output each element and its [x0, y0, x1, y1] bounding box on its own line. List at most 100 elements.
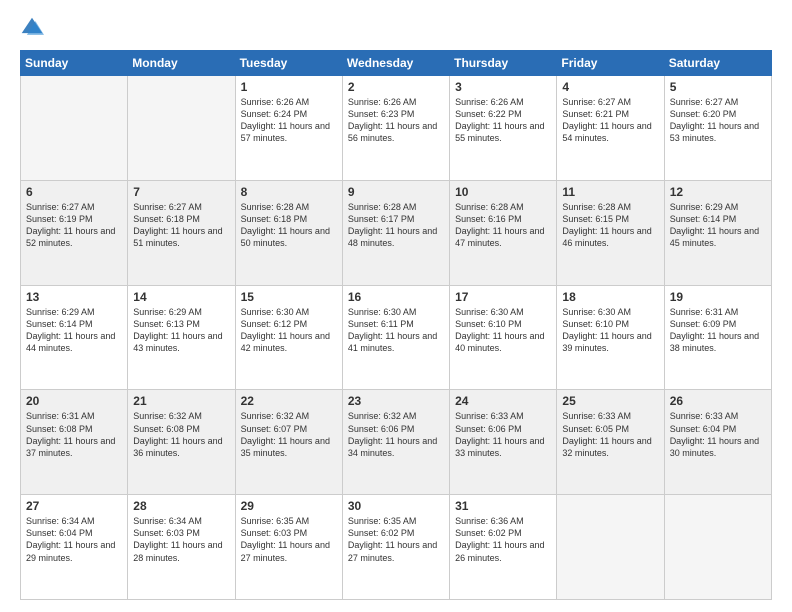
cell-info: Sunrise: 6:29 AMSunset: 6:14 PMDaylight:…: [670, 201, 766, 250]
day-number: 2: [348, 80, 444, 94]
cell-info: Sunrise: 6:29 AMSunset: 6:13 PMDaylight:…: [133, 306, 229, 355]
day-cell-17: 17 Sunrise: 6:30 AMSunset: 6:10 PMDayligh…: [450, 285, 557, 390]
cell-info: Sunrise: 6:27 AMSunset: 6:21 PMDaylight:…: [562, 96, 658, 145]
cell-info: Sunrise: 6:27 AMSunset: 6:19 PMDaylight:…: [26, 201, 122, 250]
cell-info: Sunrise: 6:27 AMSunset: 6:20 PMDaylight:…: [670, 96, 766, 145]
weekday-header-friday: Friday: [557, 51, 664, 76]
day-cell-31: 31 Sunrise: 6:36 AMSunset: 6:02 PMDayligh…: [450, 495, 557, 600]
day-cell-28: 28 Sunrise: 6:34 AMSunset: 6:03 PMDayligh…: [128, 495, 235, 600]
day-cell-16: 16 Sunrise: 6:30 AMSunset: 6:11 PMDayligh…: [342, 285, 449, 390]
day-number: 23: [348, 394, 444, 408]
day-cell-29: 29Sunrise: 6:35 AMSunset: 6:03 PMDayligh…: [235, 495, 342, 600]
day-number: 15: [241, 290, 337, 304]
day-number: 24: [455, 394, 551, 408]
weekday-header-wednesday: Wednesday: [342, 51, 449, 76]
day-cell-21: 21Sunrise: 6:32 AMSunset: 6:08 PMDayligh…: [128, 390, 235, 495]
cell-info: Sunrise: 6:33 AMSunset: 6:05 PMDaylight:…: [562, 410, 658, 459]
weekday-header-monday: Monday: [128, 51, 235, 76]
cell-info: Sunrise: 6:28 AMSunset: 6:18 PMDaylight:…: [241, 201, 337, 250]
day-cell-2: 2 Sunrise: 6:26 AMSunset: 6:23 PMDaylight…: [342, 76, 449, 181]
day-number: 20: [26, 394, 122, 408]
page: SundayMondayTuesdayWednesdayThursdayFrid…: [0, 0, 792, 612]
day-number: 11: [562, 185, 658, 199]
day-cell-10: 10 Sunrise: 6:28 AMSunset: 6:16 PMDayligh…: [450, 180, 557, 285]
cell-info: Sunrise: 6:34 AMSunset: 6:04 PMDaylight:…: [26, 515, 122, 564]
day-cell-24: 24 Sunrise: 6:33 AMSunset: 6:06 PMDayligh…: [450, 390, 557, 495]
day-cell-11: 11 Sunrise: 6:28 AMSunset: 6:15 PMDayligh…: [557, 180, 664, 285]
day-number: 27: [26, 499, 122, 513]
day-number: 22: [241, 394, 337, 408]
cell-info: Sunrise: 6:28 AMSunset: 6:16 PMDaylight:…: [455, 201, 551, 250]
day-number: 29: [241, 499, 337, 513]
day-cell-25: 25 Sunrise: 6:33 AMSunset: 6:05 PMDayligh…: [557, 390, 664, 495]
day-number: 3: [455, 80, 551, 94]
cell-info: Sunrise: 6:30 AMSunset: 6:10 PMDaylight:…: [562, 306, 658, 355]
week-row-1: 1 Sunrise: 6:26 AMSunset: 6:24 PMDaylight…: [21, 76, 772, 181]
weekday-header-sunday: Sunday: [21, 51, 128, 76]
week-row-3: 13 Sunrise: 6:29 AMSunset: 6:14 PMDayligh…: [21, 285, 772, 390]
day-number: 9: [348, 185, 444, 199]
day-number: 31: [455, 499, 551, 513]
day-cell-6: 6 Sunrise: 6:27 AMSunset: 6:19 PMDaylight…: [21, 180, 128, 285]
cell-info: Sunrise: 6:31 AMSunset: 6:09 PMDaylight:…: [670, 306, 766, 355]
day-cell-9: 9 Sunrise: 6:28 AMSunset: 6:17 PMDaylight…: [342, 180, 449, 285]
day-cell-8: 8Sunrise: 6:28 AMSunset: 6:18 PMDaylight…: [235, 180, 342, 285]
day-number: 6: [26, 185, 122, 199]
day-cell-14: 14 Sunrise: 6:29 AMSunset: 6:13 PMDayligh…: [128, 285, 235, 390]
cell-info: Sunrise: 6:30 AMSunset: 6:11 PMDaylight:…: [348, 306, 444, 355]
day-cell-22: 22 Sunrise: 6:32 AMSunset: 6:07 PMDayligh…: [235, 390, 342, 495]
day-cell-15: 15 Sunrise: 6:30 AMSunset: 6:12 PMDayligh…: [235, 285, 342, 390]
cell-info: Sunrise: 6:33 AMSunset: 6:06 PMDaylight:…: [455, 410, 551, 459]
day-number: 14: [133, 290, 229, 304]
day-cell-19: 19 Sunrise: 6:31 AMSunset: 6:09 PMDayligh…: [664, 285, 771, 390]
day-number: 16: [348, 290, 444, 304]
calendar: SundayMondayTuesdayWednesdayThursdayFrid…: [20, 50, 772, 600]
day-number: 13: [26, 290, 122, 304]
day-cell-30: 30 Sunrise: 6:35 AMSunset: 6:02 PMDayligh…: [342, 495, 449, 600]
day-cell-23: 23Sunrise: 6:32 AMSunset: 6:06 PMDayligh…: [342, 390, 449, 495]
day-cell-26: 26Sunrise: 6:33 AMSunset: 6:04 PMDayligh…: [664, 390, 771, 495]
weekday-header-saturday: Saturday: [664, 51, 771, 76]
cell-info: Sunrise: 6:27 AMSunset: 6:18 PMDaylight:…: [133, 201, 229, 250]
day-number: 4: [562, 80, 658, 94]
day-cell-27: 27 Sunrise: 6:34 AMSunset: 6:04 PMDayligh…: [21, 495, 128, 600]
cell-info: Sunrise: 6:28 AMSunset: 6:17 PMDaylight:…: [348, 201, 444, 250]
empty-cell: [128, 76, 235, 181]
cell-info: Sunrise: 6:26 AMSunset: 6:24 PMDaylight:…: [241, 96, 337, 145]
week-row-4: 20Sunrise: 6:31 AMSunset: 6:08 PMDayligh…: [21, 390, 772, 495]
day-cell-1: 1 Sunrise: 6:26 AMSunset: 6:24 PMDaylight…: [235, 76, 342, 181]
day-cell-12: 12Sunrise: 6:29 AMSunset: 6:14 PMDayligh…: [664, 180, 771, 285]
day-cell-7: 7Sunrise: 6:27 AMSunset: 6:18 PMDaylight…: [128, 180, 235, 285]
day-number: 5: [670, 80, 766, 94]
day-number: 25: [562, 394, 658, 408]
cell-info: Sunrise: 6:26 AMSunset: 6:23 PMDaylight:…: [348, 96, 444, 145]
day-number: 21: [133, 394, 229, 408]
header: [20, 16, 772, 40]
empty-cell: [664, 495, 771, 600]
cell-info: Sunrise: 6:34 AMSunset: 6:03 PMDaylight:…: [133, 515, 229, 564]
cell-info: Sunrise: 6:30 AMSunset: 6:12 PMDaylight:…: [241, 306, 337, 355]
day-number: 30: [348, 499, 444, 513]
day-number: 17: [455, 290, 551, 304]
cell-info: Sunrise: 6:35 AMSunset: 6:02 PMDaylight:…: [348, 515, 444, 564]
cell-info: Sunrise: 6:30 AMSunset: 6:10 PMDaylight:…: [455, 306, 551, 355]
day-number: 10: [455, 185, 551, 199]
week-row-5: 27 Sunrise: 6:34 AMSunset: 6:04 PMDayligh…: [21, 495, 772, 600]
day-number: 28: [133, 499, 229, 513]
day-cell-18: 18 Sunrise: 6:30 AMSunset: 6:10 PMDayligh…: [557, 285, 664, 390]
day-number: 19: [670, 290, 766, 304]
day-cell-4: 4 Sunrise: 6:27 AMSunset: 6:21 PMDaylight…: [557, 76, 664, 181]
cell-info: Sunrise: 6:36 AMSunset: 6:02 PMDaylight:…: [455, 515, 551, 564]
cell-info: Sunrise: 6:28 AMSunset: 6:15 PMDaylight:…: [562, 201, 658, 250]
cell-info: Sunrise: 6:32 AMSunset: 6:07 PMDaylight:…: [241, 410, 337, 459]
week-row-2: 6 Sunrise: 6:27 AMSunset: 6:19 PMDaylight…: [21, 180, 772, 285]
weekday-header-thursday: Thursday: [450, 51, 557, 76]
logo: [20, 16, 48, 40]
cell-info: Sunrise: 6:26 AMSunset: 6:22 PMDaylight:…: [455, 96, 551, 145]
day-number: 26: [670, 394, 766, 408]
empty-cell: [557, 495, 664, 600]
day-number: 18: [562, 290, 658, 304]
day-cell-5: 5 Sunrise: 6:27 AMSunset: 6:20 PMDaylight…: [664, 76, 771, 181]
day-number: 1: [241, 80, 337, 94]
cell-info: Sunrise: 6:29 AMSunset: 6:14 PMDaylight:…: [26, 306, 122, 355]
